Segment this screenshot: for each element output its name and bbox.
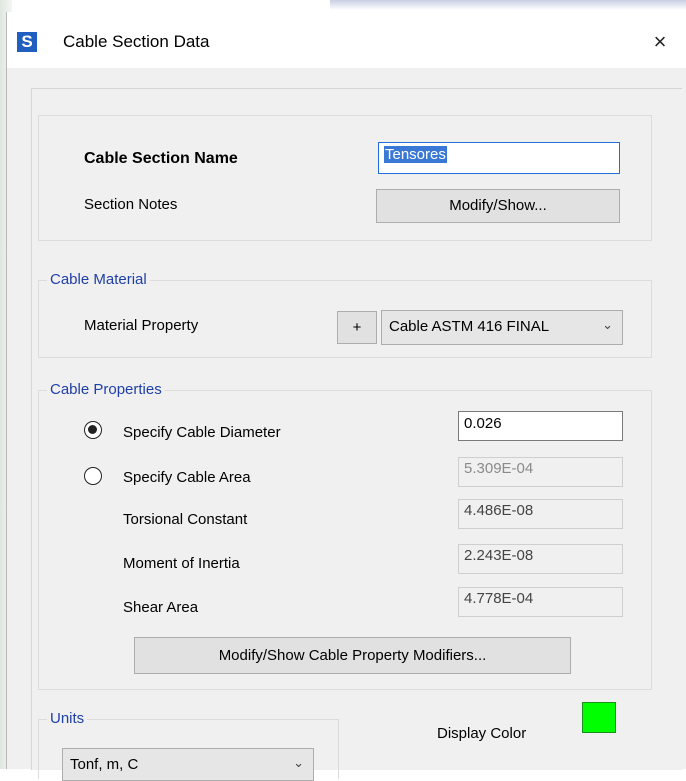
cable-material-legend: Cable Material bbox=[47, 271, 150, 289]
shear-area-label: Shear Area bbox=[123, 599, 199, 616]
cable-material-group: Cable Material Material Property + Cable… bbox=[38, 271, 652, 358]
section-name-group: Cable Section Name Tensores Section Note… bbox=[38, 115, 652, 241]
add-material-button[interactable]: + bbox=[337, 311, 377, 344]
diameter-radio[interactable] bbox=[84, 421, 102, 439]
area-radio[interactable] bbox=[84, 467, 102, 485]
section-name-input[interactable]: Tensores bbox=[378, 142, 620, 174]
units-group: Units Tonf, m, C ⌄ bbox=[38, 710, 339, 781]
area-label: Specify Cable Area bbox=[123, 469, 251, 486]
shear-area-field: 4.778E-04 bbox=[458, 587, 623, 617]
material-select[interactable]: Cable ASTM 416 FINAL ⌄ bbox=[381, 310, 623, 345]
chevron-down-icon: ⌄ bbox=[602, 317, 613, 332]
close-button[interactable]: × bbox=[637, 22, 683, 62]
modify-property-modifiers-button[interactable]: Modify/Show Cable Property Modifiers... bbox=[134, 637, 571, 674]
section-notes-label: Section Notes bbox=[84, 196, 178, 213]
diameter-input[interactable]: 0.026 bbox=[458, 411, 623, 441]
torsional-constant-label: Torsional Constant bbox=[123, 511, 248, 528]
area-field: 5.309E-04 bbox=[458, 457, 623, 487]
dialog-title: Cable Section Data bbox=[63, 32, 210, 51]
radio-selected-dot bbox=[88, 425, 97, 434]
moment-of-inertia-field: 2.243E-08 bbox=[458, 544, 623, 574]
diameter-label: Specify Cable Diameter bbox=[123, 424, 281, 441]
display-color-label: Display Color bbox=[437, 725, 527, 742]
title-bar[interactable]: S Cable Section Data × bbox=[7, 12, 686, 68]
moment-of-inertia-label: Moment of Inertia bbox=[123, 555, 240, 572]
background-window-edge-top bbox=[330, 0, 686, 10]
section-name-label: Cable Section Name bbox=[84, 150, 238, 167]
section-name-value: Tensores bbox=[384, 146, 447, 163]
units-select-value: Tonf, m, C bbox=[70, 756, 139, 773]
units-legend: Units bbox=[47, 710, 88, 728]
material-select-value: Cable ASTM 416 FINAL bbox=[389, 318, 550, 335]
units-select[interactable]: Tonf, m, C ⌄ bbox=[62, 748, 314, 781]
display-color-swatch[interactable] bbox=[582, 702, 616, 733]
app-s-icon: S bbox=[17, 32, 37, 52]
main-panel: Cable Section Name Tensores Section Note… bbox=[31, 88, 682, 781]
cable-properties-legend: Cable Properties bbox=[47, 381, 165, 399]
torsional-constant-field: 4.486E-08 bbox=[458, 499, 623, 529]
cable-section-dialog: S Cable Section Data × Cable Section Nam… bbox=[6, 12, 686, 781]
cable-properties-group: Cable Properties Specify Cable Diameter … bbox=[38, 381, 652, 690]
material-property-label: Material Property bbox=[84, 317, 199, 334]
section-notes-button[interactable]: Modify/Show... bbox=[376, 189, 620, 223]
